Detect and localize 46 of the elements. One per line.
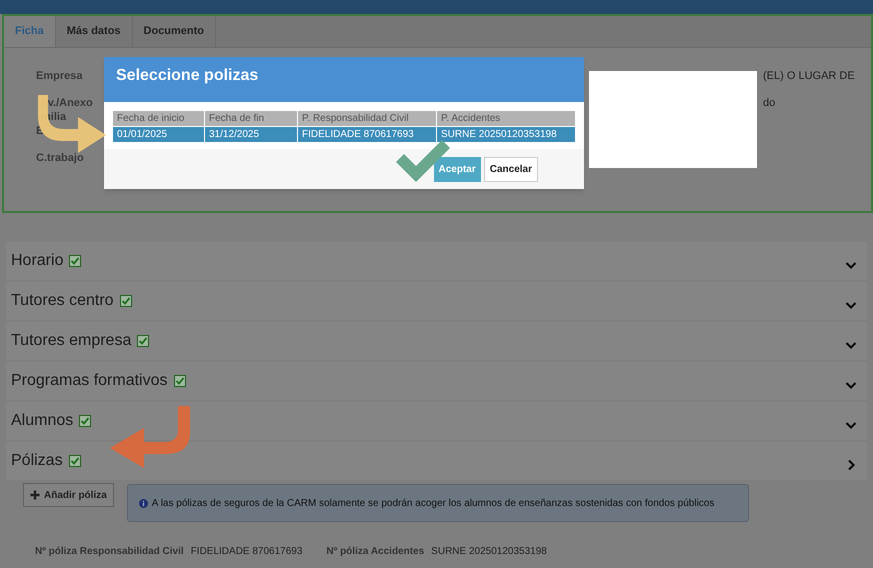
field-label: Nº póliza Responsabilidad Civil xyxy=(35,545,184,559)
info-icon xyxy=(138,498,148,508)
chevron-down-icon xyxy=(845,379,857,391)
section-title: Tutores empresa xyxy=(11,331,132,351)
dialog-title: Seleccione polizas xyxy=(116,67,258,84)
tab[interactable]: Documento xyxy=(132,16,216,47)
info-text: A las pólizas de seguros de la CARM solamente se podrán acoger los alumnos de enseñanzas sostenidas con fondos públicos xyxy=(152,496,714,510)
column-header: Fecha de fin xyxy=(204,110,298,126)
table-cell: 31/12/2025 xyxy=(204,126,298,142)
accordion-header[interactable]: Horario xyxy=(6,242,867,280)
field-label: C.trabajo xyxy=(36,151,85,166)
table-cell: SURNE 20250120353198 xyxy=(436,126,576,142)
field-value: FIDELIDADE 870617693 xyxy=(190,545,302,559)
accordion-header[interactable]: Tutores centro xyxy=(6,282,867,320)
chevron-right-icon xyxy=(845,459,857,471)
field-label: Nº póliza Accidentes xyxy=(326,545,424,559)
curved-arrow-icon xyxy=(36,95,108,155)
chevron-down-icon xyxy=(845,259,857,271)
accordion-header[interactable]: Alumnos xyxy=(6,402,867,440)
field-value: do xyxy=(763,96,776,110)
field-value: (EL) O LUGAR DE xyxy=(763,69,855,84)
section-title: Pólizas xyxy=(11,451,63,471)
field-label: E xyxy=(36,124,44,139)
field-value: SURNE 20250120353198 xyxy=(431,545,547,559)
tab[interactable]: Más datos xyxy=(56,16,133,47)
table-row[interactable]: 01/01/2025 31/12/2025 FIDELIDADE 870617693 SURNE 20250120353198 xyxy=(112,126,576,142)
accordion-header[interactable]: Tutores empresa xyxy=(6,322,867,360)
accordion-header[interactable]: Pólizas xyxy=(6,442,867,480)
section-title: Alumnos xyxy=(11,411,74,431)
table-cell: FIDELIDADE 870617693 xyxy=(298,126,436,142)
field-label: Empresa xyxy=(36,69,84,84)
section-title: Programas formativos xyxy=(11,371,168,391)
chevron-down-icon xyxy=(845,339,857,351)
column-header: P. Accidentes xyxy=(436,110,576,126)
section-title: Tutores centro xyxy=(11,291,114,311)
table-cell: 01/01/2025 xyxy=(112,126,204,142)
column-header: P. Responsabilidad Civil xyxy=(298,110,436,126)
accept-button[interactable]: Aceptar xyxy=(434,156,481,182)
chevron-down-icon xyxy=(845,419,857,431)
accordion-header[interactable]: Programas formativos xyxy=(6,362,867,400)
cancel-button[interactable]: Cancelar xyxy=(484,156,538,182)
chevron-down-icon xyxy=(845,299,857,311)
add-policy-button[interactable]: Añadir póliza xyxy=(23,483,114,507)
plus-icon xyxy=(30,490,40,500)
section-title: Horario xyxy=(11,251,64,271)
column-header: Fecha de inicio xyxy=(112,110,204,126)
